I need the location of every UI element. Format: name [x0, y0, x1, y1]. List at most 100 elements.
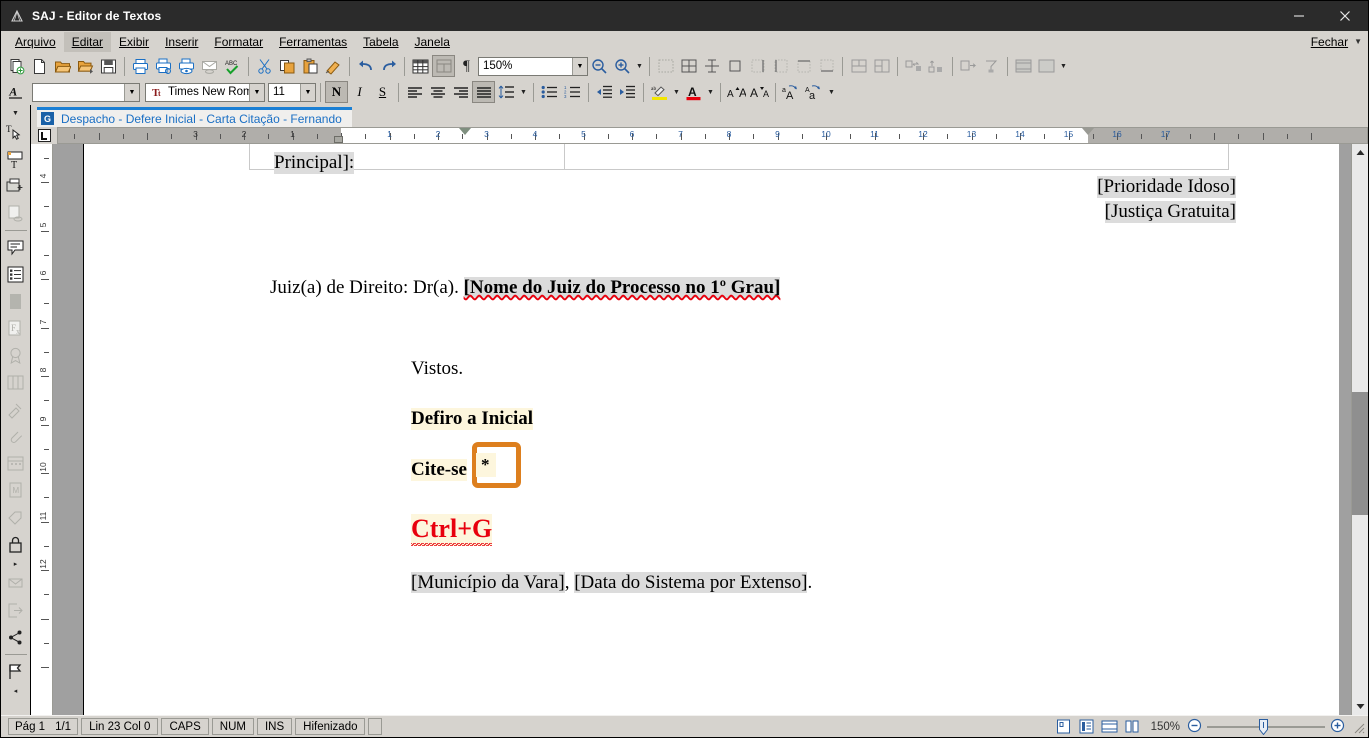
table-cell-icon[interactable]	[723, 55, 746, 77]
resize-grip-icon[interactable]	[1351, 720, 1365, 734]
share-icon[interactable]	[3, 624, 29, 651]
zoom-combo[interactable]: 150% ▼	[478, 56, 588, 76]
copy-icon[interactable]	[276, 55, 299, 77]
document-outline-icon[interactable]	[3, 261, 29, 288]
minimize-button[interactable]	[1276, 1, 1322, 31]
view-web-layout-icon[interactable]	[1099, 718, 1120, 735]
menu-item-janela[interactable]: Janela	[407, 32, 458, 52]
redo-icon[interactable]	[377, 55, 400, 77]
line-spacing-caret-icon[interactable]: ▼	[518, 81, 529, 103]
undo-icon[interactable]	[354, 55, 377, 77]
print-icon[interactable]	[129, 55, 152, 77]
new-document-icon[interactable]	[28, 55, 51, 77]
table-options-caret-icon[interactable]: ▼	[1058, 55, 1069, 77]
select-text-tool-icon[interactable]: T	[3, 119, 29, 146]
page-layout-icon[interactable]	[432, 55, 455, 77]
comment-icon[interactable]	[3, 234, 29, 261]
font-color-icon[interactable]: A	[682, 81, 705, 103]
font-color-caret-icon[interactable]: ▼	[705, 81, 716, 103]
align-justify-icon[interactable]	[472, 81, 495, 103]
align-right-icon[interactable]	[449, 81, 472, 103]
bold-button[interactable]: N	[325, 81, 348, 103]
align-left-icon[interactable]	[403, 81, 426, 103]
save-icon[interactable]	[97, 55, 120, 77]
zoom-combo-arrow-icon[interactable]: ▼	[572, 57, 587, 75]
left-indent-marker[interactable]	[333, 136, 343, 143]
first-line-indent-marker[interactable]	[458, 128, 471, 135]
view-print-layout-icon[interactable]	[1053, 718, 1074, 735]
bullet-list-icon[interactable]	[538, 81, 561, 103]
status-ins[interactable]: INS	[256, 718, 293, 735]
italic-button[interactable]: I	[348, 81, 371, 103]
paragraph-style-combo[interactable]: ▼	[32, 82, 140, 102]
line-spacing-icon[interactable]	[495, 81, 518, 103]
horizontal-ruler[interactable]: 3 2 1 1 2 3 4 5 6 7 8 9 10 11 12 13 14 15 16 17	[57, 127, 1368, 144]
font-family-arrow-icon[interactable]: ▼	[249, 83, 264, 101]
close-button[interactable]	[1322, 1, 1368, 31]
zoom-slider[interactable]	[1187, 718, 1345, 736]
zoom-in-button[interactable]	[1330, 718, 1345, 736]
menu-item-editar[interactable]: Editar	[63, 31, 112, 52]
menu-item-ferramentas[interactable]: Ferramentas	[271, 32, 355, 52]
document-page[interactable]: Principal]: [Prioridade Idoso] [Justiça …	[83, 144, 1339, 715]
cut-icon[interactable]	[253, 55, 276, 77]
lock-options-caret-icon[interactable]: ▸	[14, 558, 18, 570]
tab-stop-selector[interactable]	[31, 127, 57, 144]
menu-item-arquivo[interactable]: Arquivo	[7, 32, 64, 52]
left-toolbar-collapse-caret-icon[interactable]: ◂	[14, 685, 18, 697]
insert-field-icon[interactable]	[3, 173, 29, 200]
spellcheck-icon[interactable]: ABC	[221, 55, 244, 77]
font-size-combo[interactable]: 11 ▼	[268, 82, 316, 102]
table-grid-icon[interactable]	[677, 55, 700, 77]
paste-icon[interactable]	[299, 55, 322, 77]
decrease-indent-icon[interactable]	[593, 81, 616, 103]
new-from-model-icon[interactable]	[5, 55, 28, 77]
change-case-upper-icon[interactable]: aA	[780, 81, 803, 103]
status-num[interactable]: NUM	[211, 718, 254, 735]
left-toolbar-caret-icon[interactable]: ▼	[12, 107, 19, 119]
font-family-combo[interactable]: Tt Times New Romar ▼	[145, 82, 265, 102]
send-mail-icon[interactable]	[198, 55, 221, 77]
view-reading-icon[interactable]	[1076, 718, 1097, 735]
vertical-scrollbar[interactable]	[1351, 144, 1368, 715]
underline-button[interactable]: S	[371, 81, 394, 103]
page-break-icon[interactable]	[3, 288, 29, 315]
numbered-list-icon[interactable]: 123	[561, 81, 584, 103]
open-folder-icon[interactable]	[51, 55, 74, 77]
scroll-up-button[interactable]	[1352, 144, 1368, 161]
print-preview-icon[interactable]	[175, 55, 198, 77]
menu-item-exibir[interactable]: Exibir	[111, 32, 157, 52]
increase-indent-icon[interactable]	[616, 81, 639, 103]
insert-textbox-icon[interactable]: T	[3, 146, 29, 173]
zoom-slider-track[interactable]	[1207, 718, 1325, 735]
lock-icon[interactable]	[3, 531, 29, 558]
menu-overflow-caret-icon[interactable]: ▼	[1354, 37, 1368, 46]
document-tab[interactable]: G Despacho - Defere Inicial - Carta Cita…	[37, 107, 352, 127]
zoom-slider-thumb[interactable]	[1259, 718, 1268, 735]
font-size-arrow-icon[interactable]: ▼	[300, 83, 315, 101]
menu-item-inserir[interactable]: Inserir	[157, 32, 206, 52]
zoom-out-icon[interactable]	[588, 55, 611, 77]
annotation-box[interactable]: *	[472, 442, 521, 488]
menu-item-tabela[interactable]: Tabela	[355, 32, 406, 52]
decrease-font-size-icon[interactable]: AA	[748, 81, 771, 103]
change-case-caret-icon[interactable]: ▼	[826, 81, 837, 103]
menu-item-formatar[interactable]: Formatar	[206, 32, 271, 52]
style-format-icon[interactable]: A	[5, 81, 28, 103]
open-model-icon[interactable]	[74, 55, 97, 77]
show-formatting-marks-icon[interactable]: ¶	[455, 55, 478, 77]
status-caps[interactable]: CAPS	[161, 718, 209, 735]
print-setup-icon[interactable]	[152, 55, 175, 77]
bookmark-flag-icon[interactable]	[3, 658, 29, 685]
view-two-page-icon[interactable]	[1122, 718, 1143, 735]
paragraph-style-arrow-icon[interactable]: ▼	[124, 83, 139, 101]
highlight-color-caret-icon[interactable]: ▼	[671, 81, 682, 103]
zoom-dropdown-caret-icon[interactable]: ▼	[634, 55, 645, 77]
menu-item-fechar[interactable]: Fechar	[1305, 32, 1354, 52]
zoom-in-icon[interactable]	[611, 55, 634, 77]
format-painter-icon[interactable]	[322, 55, 345, 77]
align-center-icon[interactable]	[426, 81, 449, 103]
change-case-lower-icon[interactable]: Aa	[803, 81, 826, 103]
zoom-out-button[interactable]	[1187, 718, 1202, 736]
highlight-color-icon[interactable]: ab	[648, 81, 671, 103]
